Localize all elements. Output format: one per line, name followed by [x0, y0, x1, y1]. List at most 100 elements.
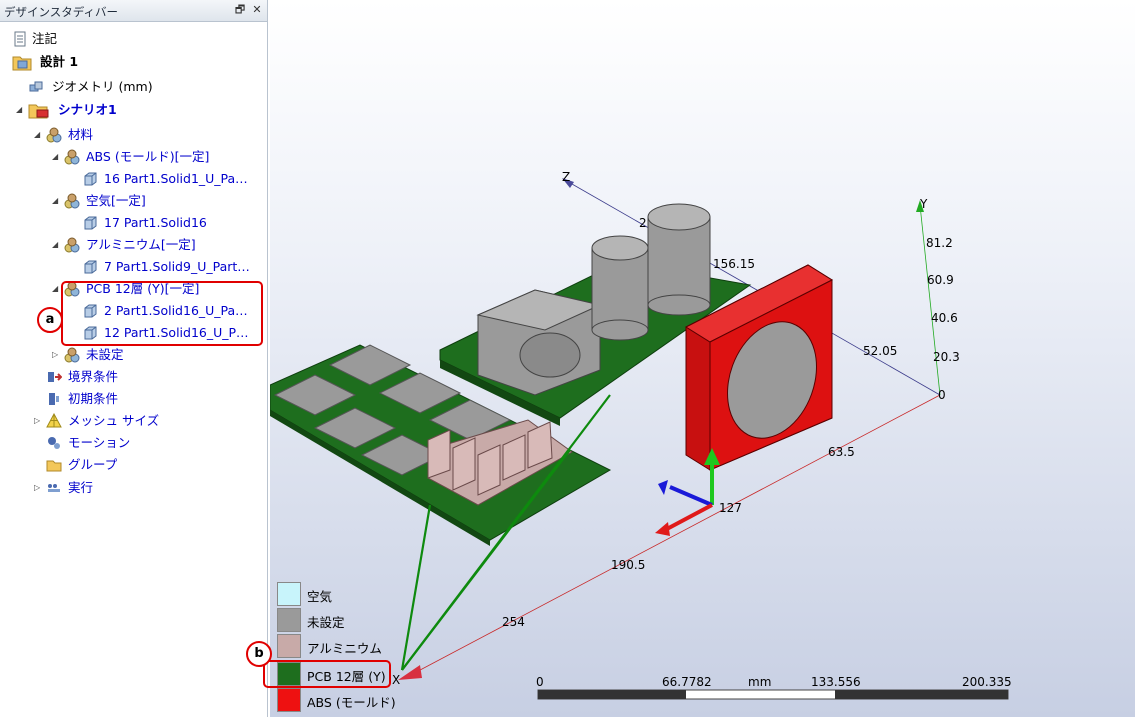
- materials-icon: [46, 127, 62, 143]
- collapse-arrow-icon[interactable]: ◢: [16, 106, 22, 114]
- tree-item-abs[interactable]: ◢ ABS (モールド)[一定]: [0, 147, 260, 167]
- tree-label: 材料: [68, 127, 94, 142]
- callout-b: b: [246, 641, 272, 667]
- legend-swatch: [277, 608, 301, 632]
- scale-tick-label: 200.335: [962, 675, 1012, 689]
- tree-label: 設計 1: [40, 54, 79, 69]
- tree-item-run[interactable]: ▷ 実行: [0, 478, 260, 498]
- tree-item-group[interactable]: グループ: [0, 455, 260, 475]
- tree-label: 注記: [32, 31, 58, 46]
- material-icon: [64, 193, 80, 209]
- y-tick-label: 40.6: [931, 311, 958, 325]
- y-tick-label: 81.2: [926, 236, 953, 250]
- scale-tick-label: 66.7782: [662, 675, 712, 689]
- initial-conditions-icon: [49, 393, 59, 405]
- model-canvas[interactable]: Z Y X 2 156.15 52.05 81.2 60.9 40.6 20.3…: [270, 0, 1135, 717]
- legend-swatch: [277, 634, 301, 658]
- y-tick-label: 60.9: [927, 273, 954, 287]
- x-axis-label: X: [392, 673, 400, 687]
- part-icon: [84, 216, 97, 230]
- material-icon: [64, 347, 80, 363]
- tree-label: 7 Part1.Solid9_U_Part…: [104, 259, 250, 274]
- expand-arrow-icon[interactable]: ▷: [34, 484, 40, 492]
- material-icon: [64, 149, 80, 165]
- legend-label: 空気: [307, 589, 333, 604]
- tree-item-motion[interactable]: モーション: [0, 433, 260, 453]
- x-tick-label: 254: [502, 615, 525, 629]
- y-tick-label: 20.3: [933, 350, 960, 364]
- tree-item-design[interactable]: 設計 1: [0, 52, 260, 72]
- x-tick-label: 190.5: [611, 558, 645, 572]
- z-axis-label: Z: [562, 170, 570, 184]
- collapse-arrow-icon[interactable]: ◢: [52, 285, 58, 293]
- tree-label: 初期条件: [68, 391, 119, 406]
- tree-item-aluminum-part[interactable]: 7 Part1.Solid9_U_Part…: [0, 257, 262, 277]
- collapse-arrow-icon[interactable]: ◢: [34, 131, 40, 139]
- tree-item-aluminum[interactable]: ◢ アルミニウム[一定]: [0, 235, 260, 255]
- scale-tick-label: 133.556: [811, 675, 861, 689]
- z-tick-label: 156.15: [713, 257, 755, 271]
- run-icon: [48, 484, 60, 492]
- highlight-box-a: [61, 281, 263, 346]
- y-tick-label: 0: [938, 388, 946, 402]
- 3d-viewport[interactable]: Z Y X 2 156.15 52.05 81.2 60.9 40.6 20.3…: [270, 0, 1135, 717]
- close-button[interactable]: ✕: [250, 3, 264, 17]
- legend-swatch: [277, 688, 301, 712]
- tree-item-boundary-conditions[interactable]: 境界条件: [0, 367, 260, 387]
- y-axis-label: Y: [919, 197, 928, 211]
- tree-item-initial-conditions[interactable]: 初期条件: [0, 389, 260, 409]
- collapse-arrow-icon[interactable]: ◢: [52, 241, 58, 249]
- callout-a: a: [37, 307, 63, 333]
- highlight-box-b: [263, 660, 391, 688]
- tree-label: ジオメトリ (mm): [52, 79, 153, 94]
- leader-line-1: [400, 504, 432, 671]
- group-folder-icon: [46, 460, 62, 472]
- tree-item-notes[interactable]: 注記: [0, 29, 260, 49]
- part-icon: [84, 260, 97, 274]
- part-icon: [84, 172, 97, 186]
- x-tick-label: 127: [719, 501, 742, 515]
- tree-label: 空気[一定]: [86, 193, 146, 208]
- material-icon: [64, 237, 80, 253]
- collapse-arrow-icon[interactable]: ◢: [52, 197, 58, 205]
- expand-arrow-icon[interactable]: ▷: [52, 351, 58, 359]
- collapse-arrow-icon[interactable]: ◢: [52, 153, 58, 161]
- tree-item-air[interactable]: ◢ 空気[一定]: [0, 191, 260, 211]
- tree-item-abs-part[interactable]: 16 Part1.Solid1_U_Pa…: [0, 169, 262, 189]
- tree-item-scenario[interactable]: ◢ シナリオ1: [0, 100, 260, 120]
- mesh-icon: [46, 413, 62, 428]
- pin-button[interactable]: 🗗: [233, 3, 247, 17]
- expand-arrow-icon[interactable]: ▷: [34, 417, 40, 425]
- tree-label: 17 Part1.Solid16: [104, 215, 207, 230]
- z-tick-label: 52.05: [863, 344, 897, 358]
- tree-label: メッシュ サイズ: [68, 413, 160, 428]
- design-folder-icon: [12, 56, 32, 71]
- tree-label: グループ: [68, 457, 118, 472]
- boundary-conditions-icon: [48, 372, 62, 382]
- panel-title: デザインスタディバー: [4, 5, 118, 19]
- design-study-bar: デザインスタディバー 🗗 ✕ 注記 設計 1 ジオメトリ (mm) ◢ シナリオ…: [0, 0, 268, 717]
- scenario-folder-icon: [28, 104, 49, 119]
- tree-label: 境界条件: [68, 369, 119, 384]
- tree-label: アルミニウム[一定]: [86, 237, 196, 252]
- x-tick-label: 63.5: [828, 445, 855, 459]
- tree-label: 未設定: [86, 347, 124, 362]
- scale-tick-label: 0: [536, 675, 544, 689]
- scale-unit-label: mm: [748, 675, 771, 689]
- tree-label: シナリオ1: [58, 102, 117, 117]
- tree-label: モーション: [68, 435, 131, 450]
- tree-item-unset[interactable]: ▷ 未設定: [0, 345, 260, 365]
- tree-item-geometry[interactable]: ジオメトリ (mm): [0, 77, 260, 97]
- geometry-icon: [29, 81, 43, 92]
- y-axis-line: [919, 204, 941, 396]
- motion-icon: [48, 437, 60, 449]
- panel-title-bar: デザインスタディバー 🗗 ✕: [0, 0, 267, 22]
- legend-label: アルミニウム: [307, 641, 382, 656]
- tree-label: 16 Part1.Solid1_U_Pa…: [104, 171, 248, 186]
- scale-bar: 0 66.7782 mm 133.556 200.335: [536, 675, 1012, 700]
- tree-item-air-part[interactable]: 17 Part1.Solid16: [0, 213, 262, 233]
- tree-label: 実行: [68, 480, 94, 495]
- tree-item-mesh-size[interactable]: ▷ メッシュ サイズ: [0, 411, 260, 431]
- legend-label: 未設定: [307, 615, 345, 630]
- tree-item-materials[interactable]: ◢ 材料: [0, 125, 260, 145]
